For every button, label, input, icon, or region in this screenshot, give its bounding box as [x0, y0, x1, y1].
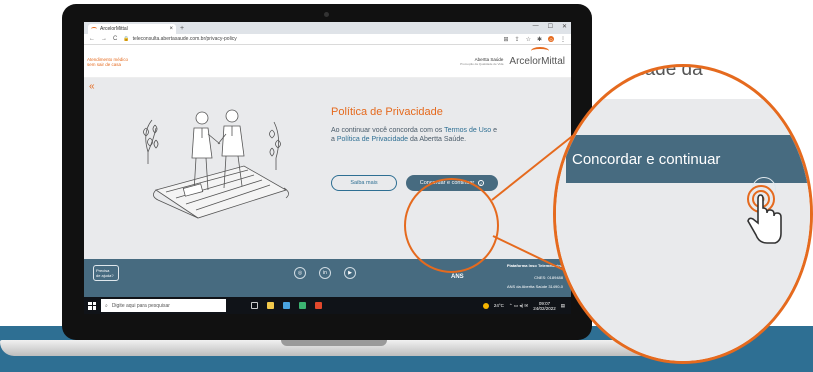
arcelormittal-arc-icon [531, 47, 550, 55]
weather-sun-icon [482, 302, 489, 309]
abertta-tagline: Promoção da Qualidade de Vida [460, 61, 504, 66]
arcelormittal-logo: ArcelorMittal [509, 47, 565, 67]
back-button[interactable]: ← [89, 36, 95, 42]
url-text: teleconsulta.abertasaude.com.br/privacy-… [132, 36, 237, 42]
zoom-agree-label: Concordar e continuar [572, 150, 721, 168]
search-placeholder: Digite aqui para pesquisar [111, 302, 170, 309]
windows-start-icon[interactable] [88, 301, 96, 310]
app-icon-1[interactable] [283, 302, 290, 309]
main-content: « Política de Privacidade Ao continuar v… [84, 78, 571, 264]
back-arrows-icon[interactable]: « [89, 81, 95, 92]
help-line2: de ajuda? [96, 273, 114, 278]
extensions-icon[interactable]: ✱ [537, 36, 542, 43]
privacy-policy-link[interactable]: Política de Privacidade [337, 136, 408, 143]
page-title: Política de Privacidade [331, 106, 443, 118]
clock-date: 24/02/2022 [533, 305, 556, 311]
browser-tab[interactable]: ArcelorMittal × [88, 24, 176, 34]
handshake-illustration [143, 109, 289, 219]
url-field[interactable]: 🔒 teleconsulta.abertasaude.com.br/privac… [123, 36, 236, 42]
highlight-circle [404, 178, 499, 273]
close-window-button[interactable]: ✕ [562, 23, 567, 30]
pointer-hand-icon [747, 185, 782, 244]
learn-more-button[interactable]: Saiba mais [331, 175, 397, 191]
task-view-icon[interactable] [251, 302, 258, 309]
header-brand: Abertta Saúde Promoção da Qualidade de V… [460, 47, 565, 67]
header-tagline: Atendimento médico sem sair de casa [87, 57, 128, 67]
terms-link[interactable]: Termos de Uso [444, 127, 491, 134]
ans-logo: ANS [451, 274, 464, 280]
tab-close-icon[interactable]: × [169, 26, 173, 32]
ans-row: ANS CNES: 0189488 [451, 274, 563, 280]
address-bar: ← → C 🔒 teleconsulta.abertasaude.com.br/… [84, 34, 571, 45]
file-explorer-icon[interactable] [267, 302, 274, 309]
abertta-logo: Abertta Saúde Promoção da Qualidade de V… [460, 57, 503, 67]
window-controls: — ☐ ✕ [533, 23, 567, 30]
new-tab-button[interactable]: + [180, 24, 184, 34]
lock-icon: 🔒 [123, 36, 130, 42]
ans-registration: ANS da Abertta Saúde 31490-0 [506, 284, 563, 289]
youtube-icon[interactable]: ▶ [344, 267, 356, 279]
reload-button[interactable]: C [113, 36, 117, 42]
maximize-button[interactable]: ☐ [548, 23, 553, 30]
browser-tab-bar: ArcelorMittal × + — ☐ ✕ [84, 22, 571, 34]
help-chat-button[interactable]: Precisa de ajuda? [93, 265, 119, 281]
laptop-screen: ArcelorMittal × + — ☐ ✕ ← → C 🔒 telecons… [84, 22, 571, 314]
clock[interactable]: 09:07 24/02/2022 [533, 301, 556, 311]
policy-text-prefix: Ao continuar você concorda com os [331, 127, 445, 134]
profile-avatar[interactable]: O [548, 36, 554, 42]
site-header: Atendimento médico sem sair de casa Aber… [84, 45, 571, 78]
arcelormittal-wordmark: ArcelorMittal [509, 56, 565, 67]
translate-icon[interactable]: ⊞ [504, 36, 509, 43]
app-icon-2[interactable] [299, 302, 306, 309]
check-circle-icon: ✓ [478, 180, 485, 186]
site-footer: Precisa de ajuda? ◎ in ▶ Plataforma Inso… [84, 259, 571, 297]
minimize-button[interactable]: — [533, 23, 539, 30]
linkedin-icon[interactable]: in [319, 267, 331, 279]
tray-icons[interactable]: ⌃ ▭ ◂) ✉ [509, 303, 528, 309]
tagline-line2: sem sair de casa [87, 62, 122, 67]
zoom-agree-button[interactable]: Concordar e continuar [566, 135, 810, 183]
zoom-magnifier: dade da Concordar e continuar ✓ [553, 64, 813, 364]
tab-title: ArcelorMittal [100, 26, 128, 32]
bookmark-star-icon[interactable]: ☆ [526, 36, 531, 43]
laptop-notch [281, 340, 387, 346]
social-links: ◎ in ▶ [294, 267, 356, 279]
chrome-icon[interactable] [315, 302, 322, 309]
zoom-title-fragment: dade da [634, 64, 703, 80]
windows-taskbar: ⌕ Digite aqui para pesquisar 24°C ⌃ ▭ ◂)… [84, 297, 571, 314]
search-icon: ⌕ [105, 302, 108, 309]
taskbar-search[interactable]: ⌕ Digite aqui para pesquisar [101, 299, 226, 312]
webcam [324, 12, 329, 17]
menu-kebab-icon[interactable]: ⋮ [560, 36, 566, 43]
share-icon[interactable]: ⇪ [515, 36, 520, 43]
forward-button[interactable]: → [101, 36, 107, 42]
policy-text-suffix: da Abertta Saúde. [408, 136, 467, 143]
weather-temp: 24°C [493, 303, 504, 308]
toolbar-icons: ⊞ ⇪ ☆ ✱ O ⋮ [504, 36, 566, 43]
instagram-icon[interactable]: ◎ [294, 267, 306, 279]
abertta-name: Abertta Saúde [474, 56, 504, 62]
policy-text: Ao continuar você concorda com os Termos… [331, 126, 501, 144]
arcelormittal-logo-icon [91, 27, 97, 31]
taskbar-apps [251, 302, 322, 309]
